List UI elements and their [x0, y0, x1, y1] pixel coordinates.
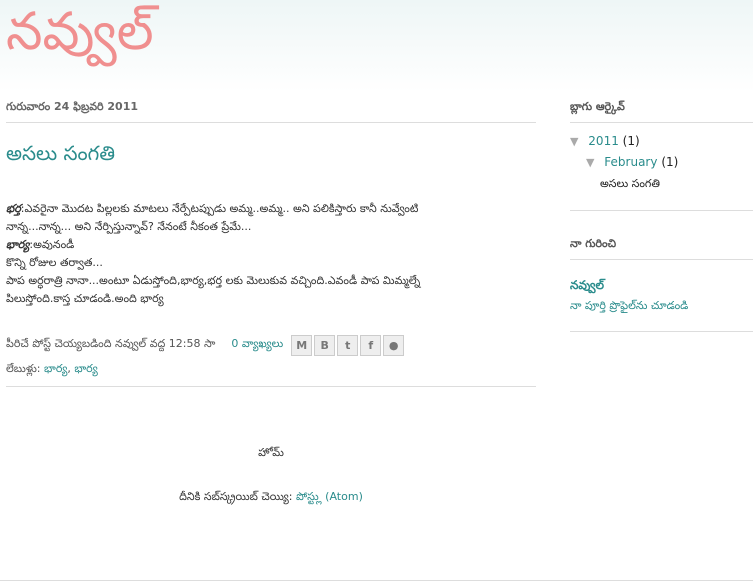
blog-title[interactable]: నవ్వుల్	[6, 0, 154, 64]
post-body: భర్త:ఎవరైనా మొదట పిల్లలకు మాటలు నేర్పేటప…	[6, 200, 536, 308]
home-link[interactable]: హోమ్	[6, 446, 536, 462]
twitter-icon[interactable]: t	[337, 334, 359, 356]
sidebar-divider	[570, 331, 753, 332]
post-line: పాప అర్ధరాత్రి నానా...అంటూ ఏడుస్తోంది,భా…	[6, 274, 421, 287]
archive-year: ▼ 2011 (1)	[570, 131, 753, 152]
label-link[interactable]: భార్య	[74, 362, 97, 375]
atom-feed-link[interactable]: పోస్ట్లు (Atom)	[296, 490, 363, 503]
bottom-divider	[0, 580, 753, 581]
post-line: కొన్ని రోజుల తర్వాత...	[6, 256, 103, 269]
archive-month: ▼ February (1)	[570, 152, 753, 173]
subscribe-line: దీనికి సబ్‌స్క్రయిబ్ చెయ్యి: పోస్ట్లు (A…	[6, 490, 536, 506]
collapse-triangle-icon[interactable]: ▼	[570, 135, 578, 148]
share-buttons: M B t f ●	[291, 334, 406, 356]
email-icon[interactable]: M	[291, 334, 313, 356]
labels-prefix: లేబుళ్లు:	[6, 362, 41, 375]
archive-month-count: (1)	[661, 155, 679, 169]
sidebar-divider	[570, 210, 753, 211]
facebook-icon[interactable]: f	[360, 334, 382, 356]
post-footer: పీరిచే పోస్ట్ చెయ్యబడింది నవ్వుల్ వద్ద 1…	[6, 334, 536, 387]
labels-line: లేబుళ్లు: భార్య, భార్య	[6, 362, 536, 387]
post-line: నాన్న...నాన్న... అని నేర్పిస్తున్నావ్? న…	[6, 220, 252, 233]
comments-link[interactable]: 0 వ్యాఖ్యలు	[231, 337, 283, 353]
sidebar: బ్లాగు ఆర్కైవ్ ▼ 2011 (1) ▼ February (1)…	[570, 100, 753, 332]
collapse-triangle-icon[interactable]: ▼	[586, 156, 594, 169]
posted-by: పీరిచే పోస్ట్ చెయ్యబడింది నవ్వుల్ వద్ద 1…	[6, 337, 216, 350]
label-link[interactable]: భార్య	[44, 362, 67, 375]
blogger-icon[interactable]: B	[314, 334, 336, 356]
post-title[interactable]: అసలు సంగతి	[6, 141, 536, 170]
post-line: భార్య:అవునండీ	[6, 238, 75, 251]
about-profile-link[interactable]: నా పూర్తి ప్రొఫైల్‌ను చూడండి	[570, 299, 753, 315]
buzz-icon[interactable]: ●	[383, 334, 405, 356]
blog-archive: ▼ 2011 (1) ▼ February (1) అసలు సంగతి	[570, 131, 753, 194]
archive-year-link[interactable]: 2011	[588, 134, 619, 148]
archive-title: బ్లాగు ఆర్కైవ్	[570, 100, 753, 123]
post-date: గురువారం 24 ఫిబ్రవరి 2011	[6, 100, 536, 123]
about-name-link[interactable]: నవ్వుల్	[570, 278, 753, 295]
archive-year-count: (1)	[622, 134, 640, 148]
post-line: పిలుస్తోంది.కాస్త చూడండి.అంది భార్య	[6, 292, 164, 305]
archive-month-link[interactable]: February	[604, 155, 657, 169]
archive-post-link[interactable]: అసలు సంగతి	[570, 173, 753, 194]
about-title: నా గురించి	[570, 237, 753, 260]
main-column: గురువారం 24 ఫిబ్రవరి 2011 అసలు సంగతి భర్…	[6, 100, 536, 503]
subscribe-prefix: దీనికి సబ్‌స్క్రయిబ్ చెయ్యి:	[179, 490, 293, 503]
post-line: భర్త:ఎవరైనా మొదట పిల్లలకు మాటలు నేర్పేటప…	[6, 202, 419, 215]
